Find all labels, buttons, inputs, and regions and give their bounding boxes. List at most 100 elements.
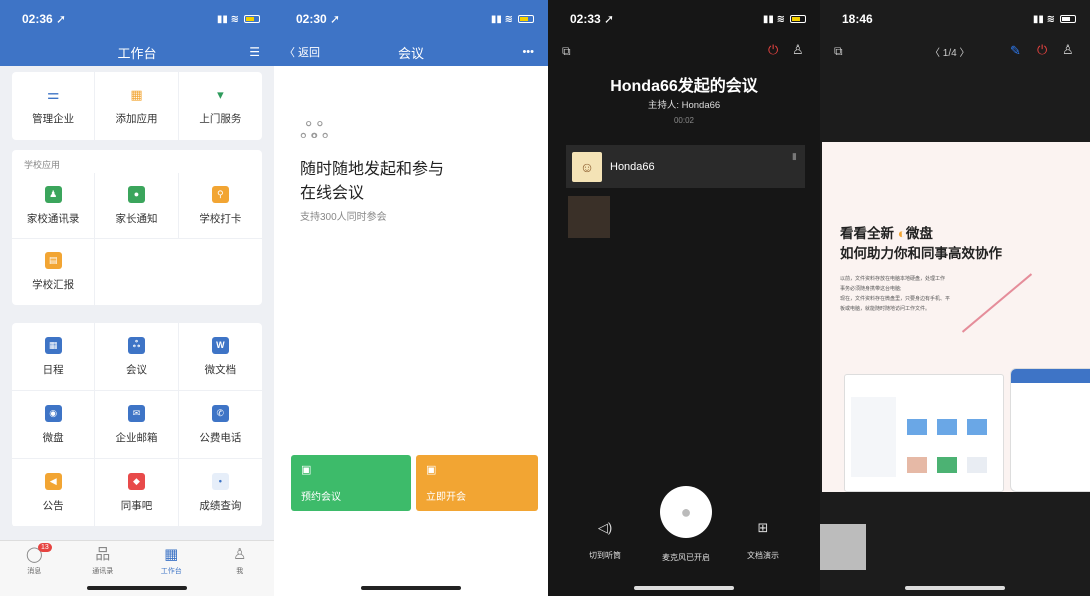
page-title: 会议 [397,45,424,61]
status-time: 02:30 ➚ [296,12,341,26]
school-checkin-button[interactable]: ⚲ 学校打卡 [178,173,262,239]
calendar-icon: ▦ [44,336,62,354]
status-bar: 02:30 ➚ ▮▮ ≋ [274,0,548,38]
video-thumbnail[interactable] [820,524,866,570]
status-time: 02:33 ➚ [570,12,615,26]
call-timer: 00:02 [673,116,695,125]
schedule-meeting-button[interactable]: ▣ 预约会议 [291,455,411,511]
colleague-bar-button[interactable]: ◆ 同事吧 [95,459,179,527]
announcement-button[interactable]: ◀ 公告 [12,459,96,527]
app-label: 公费电话 [199,431,242,444]
speaker-button[interactable]: ◁) 切到听筒 [580,520,630,561]
parent-notice-button[interactable]: ● 家长通知 [95,173,179,239]
meeting-icon: ஃ [127,336,145,354]
score-query-button[interactable]: • 成绩查询 [178,459,262,527]
members-icon[interactable]: ♙ [792,42,804,58]
meeting-screen: 02:30 ➚ ▮▮ ≋ 〈 返回 会议 ••• ஃஃ 随时随地发起和参与 在线会… [274,0,548,596]
onsite-service-label: 上门服务 [199,112,242,125]
filter-icon[interactable]: ☰ [249,45,260,59]
start-meeting-button[interactable]: ▣ 立即开会 [416,455,538,511]
presentation-screen: 18:46 ▮▮ ≋ ⧉ 〈 1/4 〉 ✎ ⏻ ♙ 看看全新 ◐微盘 如何助力你… [820,0,1090,596]
members-icon[interactable]: ♙ [1062,42,1074,58]
location-icon: ⚲ [211,185,229,203]
top-actions: ⚌ 管理企业 ▦ 添加应用 ▾ 上门服务 [12,72,262,140]
phone-button[interactable]: ✆ 公费电话 [178,391,262,459]
home-indicator [634,586,734,590]
app-label: 微文档 [204,363,237,376]
file-thumb [907,457,927,473]
home-indicator [361,586,461,590]
phone-mock-header [1011,369,1090,383]
app-label: 日程 [42,363,64,376]
mail-button[interactable]: ✉ 企业邮箱 [95,391,179,459]
phone-icon: ✆ [211,404,229,422]
diamond-icon: ◆ [127,472,145,490]
workbench-screen: 02:36 ➚ ▮▮ ≋ 工作台 ☰ ⚌ 管理企业 ▦ 添加应用 ▾ 上门服务 学校应用 … [0,0,274,596]
more-button[interactable]: ••• [522,46,534,58]
chat-icon: ● [127,185,145,203]
manage-enterprise-button[interactable]: ⚌ 管理企业 [12,72,96,140]
participant-row[interactable]: ☺ Honda66 ▮ [566,145,805,188]
nav-bar: 工作台 ☰ [0,38,274,66]
page-indicator[interactable]: 〈 1/4 〉 [930,44,969,59]
status-bar: 18:46 ▮▮ ≋ [820,0,1090,38]
mic-button[interactable]: ● 麦克风已开启 [653,486,719,563]
tab-me[interactable]: ♙ 我 [206,541,275,596]
tab-messages[interactable]: ◯ 13 消息 [0,541,69,596]
subtitle: 支持300人同时参会 [300,212,387,223]
minimize-icon[interactable]: ⧉ [834,44,843,59]
person-icon: ♙ [233,546,247,563]
speaker-icon: ◁) [597,520,613,535]
sidebar-mock [851,397,896,477]
unread-badge: 13 [38,543,52,552]
folder-icon [937,419,957,435]
doc-icon: W [211,336,229,354]
add-app-button[interactable]: ▦ 添加应用 [95,72,179,140]
slide-title-text: 看看全新 [840,226,894,241]
people-icon: ஃஃ [300,118,328,143]
org-icon: 品 [95,546,111,563]
host-label: 主持人: Honda66 [647,100,721,111]
home-indicator [87,586,187,590]
home-school-contacts-button[interactable]: ♟ 家校通讯录 [12,173,96,239]
avatar [568,196,610,238]
slide-line: 现在，文件资料存在微盘里，只要身边有手机、平 [840,296,951,302]
score-icon: • [211,472,229,490]
sliders-icon: ⚌ [46,86,60,102]
doc-button[interactable]: W 微文档 [178,323,262,391]
status-bar: 02:36 ➚ ▮▮ ≋ [0,0,274,38]
share-doc-button[interactable]: ⊞ 文档演示 [738,520,788,561]
meeting-button[interactable]: ஃ 会议 [95,323,179,391]
tab-label: 通讯录 [92,568,114,575]
mic-icon: ● [660,486,712,538]
drive-button[interactable]: ◉ 微盘 [12,391,96,459]
app-label: 会议 [125,363,147,376]
onsite-service-button[interactable]: ▾ 上门服务 [179,72,262,140]
drive-icon: ◉ [44,404,62,422]
avatar: ☺ [572,151,602,182]
slide-title: 看看全新 ◐微盘 [840,222,933,242]
calendar-button[interactable]: ▦ 日程 [12,323,96,391]
app-label: 企业邮箱 [115,431,158,444]
drive-logo-icon: ◐ [897,226,906,241]
power-icon[interactable]: ⏻ [768,42,778,58]
add-app-icon: ▦ [130,86,143,102]
file-thumb [967,457,987,473]
status-icons: ▮▮ ≋ [1033,14,1076,25]
tab-label: 我 [236,568,244,575]
tab-label: 消息 [27,568,42,575]
minimize-icon[interactable]: ⧉ [562,44,571,59]
headline-line-2: 在线会议 [300,185,365,202]
add-app-label: 添加应用 [115,112,158,125]
back-button[interactable]: 〈 返回 [284,44,320,60]
headline: 随时随地发起和参与 在线会议 [300,158,444,206]
schedule-label: 预约会议 [301,492,341,503]
slide-body: 以前，文件资料存放在电脑本地硬盘，处理工作 事务必须随身携带这台电脑; 现在，文… [840,274,950,314]
app-label: 微盘 [42,431,64,444]
section-title: 学校应用 [24,160,61,170]
annotate-icon[interactable]: ✎ [1010,43,1021,59]
action-label: 文档演示 [747,551,779,560]
action-label: 切到听筒 [589,551,621,560]
power-icon[interactable]: ⏻ [1037,42,1047,58]
school-report-button[interactable]: ▤ 学校汇报 [12,239,96,305]
